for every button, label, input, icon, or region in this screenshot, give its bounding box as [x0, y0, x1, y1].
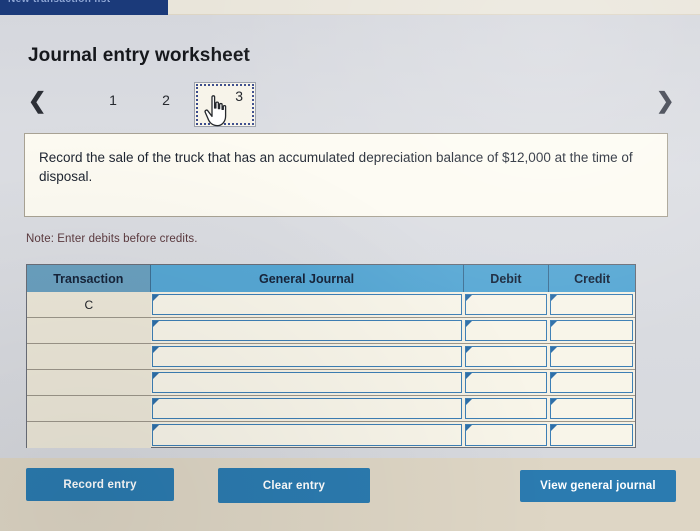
table-row — [27, 370, 635, 396]
instruction-box: Record the sale of the truck that has an… — [24, 133, 668, 217]
cell-debit[interactable] — [464, 318, 550, 343]
table-row — [27, 344, 635, 370]
table-row — [27, 422, 635, 448]
page-title: Journal entry worksheet — [28, 45, 250, 66]
cell-credit[interactable] — [549, 396, 635, 421]
cell-debit[interactable] — [464, 344, 550, 369]
worksheet-pager: ❮ 1 2 3 ❯ — [24, 82, 684, 132]
debit-input[interactable] — [464, 320, 548, 341]
debits-before-credits-note: Note: Enter debits before credits. — [26, 233, 198, 245]
credit-input[interactable] — [550, 294, 633, 315]
cell-debit[interactable] — [464, 292, 550, 317]
general-journal-input[interactable] — [151, 294, 462, 315]
debit-input[interactable] — [464, 424, 548, 446]
chevron-left-icon[interactable]: ❮ — [28, 90, 46, 112]
pager-page-1[interactable]: 1 — [98, 92, 128, 108]
debit-input[interactable] — [464, 372, 548, 393]
cell-general-journal[interactable] — [151, 344, 464, 369]
cell-general-journal[interactable] — [151, 292, 464, 317]
cell-credit[interactable] — [549, 422, 635, 448]
screenshot-root: New transaction list Journal entry works… — [0, 0, 700, 531]
instruction-text: Record the sale of the truck that has an… — [39, 150, 633, 184]
credit-input[interactable] — [550, 398, 633, 419]
cell-transaction — [27, 396, 151, 421]
cell-transaction — [27, 422, 151, 448]
journal-entry-table: Transaction General Journal Debit Credit… — [26, 264, 636, 448]
debit-input[interactable] — [464, 294, 548, 315]
cell-transaction — [27, 370, 151, 395]
app-topbar-label: New transaction list — [8, 0, 168, 5]
credit-input[interactable] — [550, 320, 633, 341]
cell-transaction — [27, 318, 151, 343]
table-header-row: Transaction General Journal Debit Credit — [27, 265, 635, 292]
credit-input[interactable] — [550, 346, 633, 367]
record-entry-button[interactable]: Record entry — [26, 468, 174, 501]
general-journal-input[interactable] — [151, 372, 462, 393]
clear-entry-button[interactable]: Clear entry — [218, 468, 370, 503]
cell-credit[interactable] — [549, 318, 635, 343]
cell-debit[interactable] — [464, 422, 550, 448]
cell-general-journal[interactable] — [151, 318, 464, 343]
general-journal-input[interactable] — [151, 320, 462, 341]
credit-input[interactable] — [550, 372, 633, 393]
debit-input[interactable] — [464, 346, 548, 367]
table-row — [27, 318, 635, 344]
credit-input[interactable] — [550, 424, 633, 446]
general-journal-input[interactable] — [151, 398, 462, 419]
cell-general-journal[interactable] — [151, 396, 464, 421]
pager-page-2[interactable]: 2 — [151, 92, 181, 108]
column-header-general-journal: General Journal — [150, 265, 464, 292]
pager-page-3-label: 3 — [235, 88, 243, 104]
cell-debit[interactable] — [464, 396, 550, 421]
column-header-transaction: Transaction — [27, 265, 151, 292]
table-row: C — [27, 292, 635, 318]
cell-credit[interactable] — [549, 344, 635, 369]
table-row — [27, 396, 635, 422]
cell-general-journal[interactable] — [151, 370, 464, 395]
cell-credit[interactable] — [549, 370, 635, 395]
cell-transaction: C — [27, 292, 151, 317]
cell-general-journal[interactable] — [151, 422, 464, 448]
general-journal-input[interactable] — [151, 424, 462, 446]
chevron-right-icon[interactable]: ❯ — [656, 90, 674, 112]
cell-credit[interactable] — [549, 292, 635, 317]
debit-input[interactable] — [464, 398, 548, 419]
cell-debit[interactable] — [464, 370, 550, 395]
app-topbar: New transaction list — [0, 0, 168, 15]
app-topbar-filler — [168, 0, 700, 14]
pager-page-3-active[interactable]: 3 — [194, 82, 256, 127]
general-journal-input[interactable] — [151, 346, 462, 367]
cell-transaction — [27, 344, 151, 369]
view-general-journal-button[interactable]: View general journal — [520, 470, 676, 502]
column-header-credit: Credit — [549, 265, 635, 292]
column-header-debit: Debit — [463, 265, 550, 292]
